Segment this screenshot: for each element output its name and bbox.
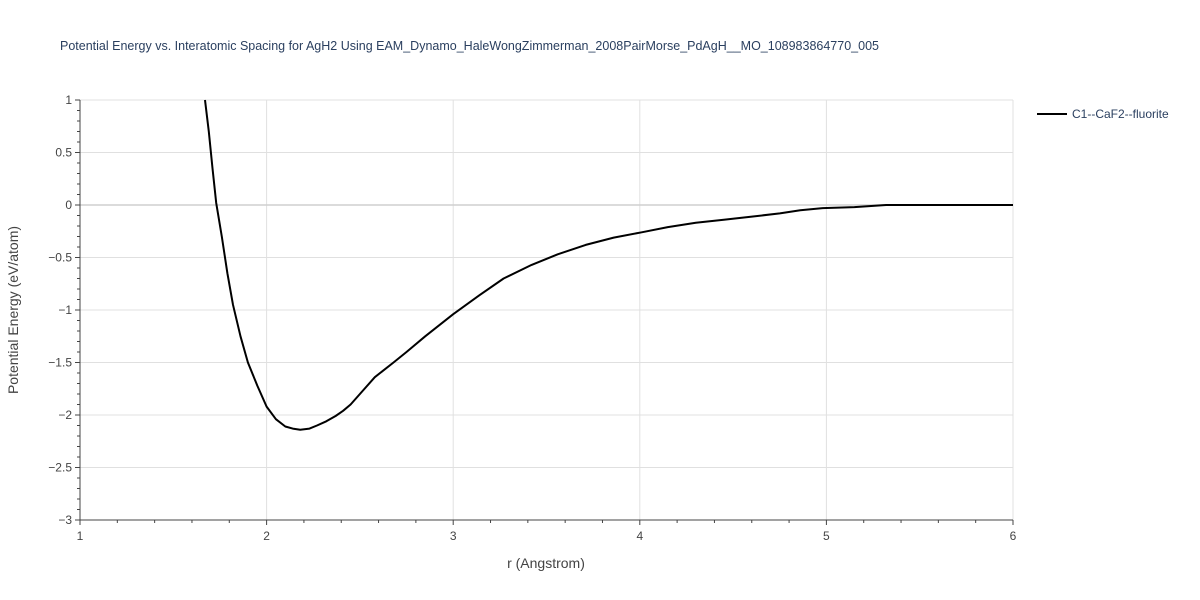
series-line-0 <box>204 99 1013 431</box>
y-tick-label: −2.5 <box>48 461 72 475</box>
series-layer <box>204 99 1013 431</box>
x-tick-label: 2 <box>263 529 270 543</box>
legend[interactable]: C1--CaF2--fluorite <box>1037 107 1169 121</box>
y-tick-label: 0 <box>65 198 72 212</box>
y-tick-label: −2 <box>58 408 72 422</box>
y-tick-label: −3 <box>58 513 72 527</box>
y-tick-label: 0.5 <box>55 146 72 160</box>
y-axis-title: Potential Energy (eV/atom) <box>5 226 21 394</box>
y-tick-label: 1 <box>65 93 72 107</box>
y-tick-label: −1 <box>58 303 72 317</box>
chart-title: Potential Energy vs. Interatomic Spacing… <box>60 39 879 53</box>
chart: Potential Energy vs. Interatomic Spacing… <box>5 39 1169 571</box>
x-tick-label: 6 <box>1010 529 1017 543</box>
x-axis-title: r (Angstrom) <box>507 555 585 571</box>
grid <box>80 99 1014 520</box>
x-tick-label: 4 <box>636 529 643 543</box>
axes: 1 2 3 4 5 6 1 0.5 0 −0.5 −1 −1.5 −2 −2.5 −3 <box>48 93 1016 543</box>
x-tick-label: 3 <box>450 529 457 543</box>
x-tick-label: 5 <box>823 529 830 543</box>
x-tick-label: 1 <box>77 529 84 543</box>
y-tick-label: −1.5 <box>48 356 72 370</box>
y-tick-label: −0.5 <box>48 251 72 265</box>
legend-label: C1--CaF2--fluorite <box>1072 107 1169 121</box>
